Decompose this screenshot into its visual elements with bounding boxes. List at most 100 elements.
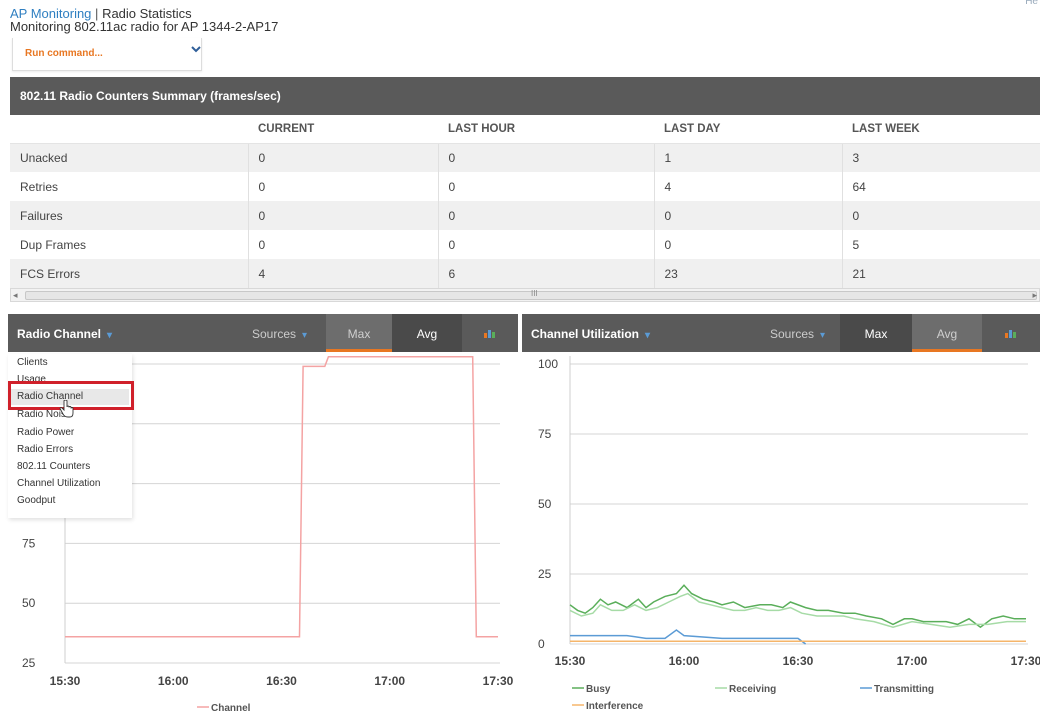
x-tick-label: 17:00 <box>374 674 405 688</box>
x-tick-label: 17:30 <box>483 674 514 688</box>
chevron-down-icon <box>191 46 201 53</box>
radio-channel-toolbar: Radio Channel ▾ Sources ▾ Max Avg <box>8 314 518 352</box>
row-label: Dup Frames <box>10 230 248 259</box>
cell-last-week: 64 <box>841 172 1040 201</box>
col-header-label <box>10 115 248 144</box>
cell-last-day: 4 <box>653 172 842 201</box>
cell-last-hour: 0 <box>437 201 654 230</box>
menu-item-radio-power[interactable]: Radio Power <box>17 425 74 441</box>
chart-type-menu: Clients Usage Radio Channel Radio Noise … <box>8 354 132 518</box>
table-row: Retries 0 0 4 64 <box>10 172 1040 201</box>
tab-max[interactable]: Max <box>840 314 912 352</box>
row-label: Unacked <box>10 143 248 172</box>
y-tick-label: 75 <box>22 536 36 550</box>
cell-last-hour: 0 <box>437 230 654 259</box>
bar-chart-icon <box>1005 330 1016 338</box>
cell-last-day: 1 <box>653 143 842 172</box>
cell-last-day: 0 <box>653 201 842 230</box>
cell-last-hour: 0 <box>437 143 654 172</box>
cell-last-week: 5 <box>841 230 1040 259</box>
page-subtitle: Monitoring 802.11ac radio for AP 1344-2-… <box>10 19 279 34</box>
chevron-down-icon: ▾ <box>820 330 826 341</box>
y-tick-label: 50 <box>538 497 552 511</box>
y-tick-label: 0 <box>538 637 545 651</box>
sources-dropdown[interactable]: Sources ▾ <box>770 327 825 341</box>
chevron-down-icon: ▾ <box>107 330 113 341</box>
chevron-down-icon: ▾ <box>302 330 308 341</box>
run-command-dropdown[interactable]: Run command... <box>12 38 202 71</box>
sources-dropdown[interactable]: Sources ▾ <box>252 327 307 341</box>
x-tick-label: 17:30 <box>1011 654 1040 668</box>
menu-item-clients[interactable]: Clients <box>17 355 48 371</box>
chart-type-dropdown[interactable]: Radio Channel ▾ <box>17 327 112 341</box>
x-tick-label: 15:30 <box>555 654 586 668</box>
cell-current: 0 <box>247 230 438 259</box>
chart-title: Radio Channel <box>17 327 102 341</box>
legend-label: Interference <box>586 701 644 712</box>
chevron-down-icon: ▾ <box>645 330 651 341</box>
legend-label: Channel <box>211 703 251 714</box>
row-label: FCS Errors <box>10 259 248 288</box>
menu-item-channel-utilization[interactable]: Channel Utilization <box>17 476 100 492</box>
cell-last-hour: 0 <box>437 172 654 201</box>
cell-last-week: 21 <box>841 259 1040 288</box>
y-tick-label: 50 <box>22 596 36 610</box>
table-horizontal-scrollbar[interactable]: ◂ III ▸ <box>10 288 1040 302</box>
radio-counters-summary-panel: 802.11 Radio Counters Summary (frames/se… <box>10 77 1040 303</box>
tab-avg[interactable]: Avg <box>392 314 462 352</box>
scroll-left-arrow-icon[interactable]: ◂ <box>13 290 18 301</box>
sources-label: Sources <box>252 327 297 341</box>
scroll-right-arrow-icon[interactable]: ▸ <box>1032 290 1037 301</box>
row-label: Retries <box>10 172 248 201</box>
page-header: AP Monitoring | Radio Statistics Monitor… <box>10 7 278 33</box>
row-label: Failures <box>10 201 248 230</box>
menu-item-80211-counters[interactable]: 802.11 Counters <box>17 459 90 475</box>
y-tick-label: 25 <box>22 656 36 670</box>
channel-utilization-panel: Channel Utilization ▾ Sources ▾ Max Avg 0 2… <box>522 314 1040 715</box>
chart-title: Channel Utilization <box>531 327 639 341</box>
table-row: Unacked 0 0 1 3 <box>10 143 1040 172</box>
menu-item-radio-errors[interactable]: Radio Errors <box>17 442 73 458</box>
x-tick-label: 16:00 <box>669 654 700 668</box>
summary-table-title: 802.11 Radio Counters Summary (frames/se… <box>10 77 1040 115</box>
bar-chart-icon <box>484 330 495 338</box>
channel-utilization-toolbar: Channel Utilization ▾ Sources ▾ Max Avg <box>522 314 1040 352</box>
cell-current: 4 <box>247 259 438 288</box>
col-header-last-hour[interactable]: LAST HOUR <box>438 115 654 144</box>
chart-options-button[interactable] <box>982 314 1040 352</box>
table-row: FCS Errors 4 6 23 21 <box>10 259 1040 288</box>
legend-label: Transmitting <box>874 684 934 695</box>
col-header-last-week[interactable]: LAST WEEK <box>842 115 1040 144</box>
cell-last-week: 3 <box>841 143 1040 172</box>
channel-utilization-chart: 0 25 50 75 100 15:30 16:00 16:30 17:00 17:30 Busy R… <box>538 356 1040 712</box>
radio-counters-table: CURRENT LAST HOUR LAST DAY LAST WEEK Una… <box>10 115 1040 288</box>
tab-max[interactable]: Max <box>326 314 392 352</box>
chart-type-dropdown[interactable]: Channel Utilization ▾ <box>531 327 650 341</box>
legend-label: Busy <box>586 684 611 695</box>
chart-options-button[interactable] <box>462 314 518 352</box>
tab-avg[interactable]: Avg <box>912 314 982 352</box>
x-tick-label: 15:30 <box>50 674 81 688</box>
col-header-current[interactable]: CURRENT <box>248 115 438 144</box>
run-command-label: Run command... <box>25 48 103 59</box>
cell-last-day: 0 <box>653 230 842 259</box>
legend-label: Receiving <box>729 684 776 695</box>
sources-label: Sources <box>770 327 815 341</box>
cell-last-hour: 6 <box>437 259 654 288</box>
cell-current: 0 <box>247 143 438 172</box>
corner-text: He <box>1025 0 1038 7</box>
cell-current: 0 <box>247 201 438 230</box>
x-tick-label: 16:30 <box>266 674 297 688</box>
x-tick-label: 17:00 <box>897 654 928 668</box>
table-row: Dup Frames 0 0 0 5 <box>10 230 1040 259</box>
col-header-last-day[interactable]: LAST DAY <box>654 115 842 144</box>
menu-item-goodput[interactable]: Goodput <box>17 493 55 509</box>
table-row: Failures 0 0 0 0 <box>10 201 1040 230</box>
x-tick-label: 16:00 <box>158 674 189 688</box>
y-tick-label: 25 <box>538 567 552 581</box>
x-tick-label: 16:30 <box>783 654 814 668</box>
y-tick-label: 100 <box>538 357 558 371</box>
scrollbar-grip: III <box>531 289 538 298</box>
cell-last-day: 23 <box>653 259 842 288</box>
scrollbar-thumb[interactable]: III <box>25 289 1037 300</box>
